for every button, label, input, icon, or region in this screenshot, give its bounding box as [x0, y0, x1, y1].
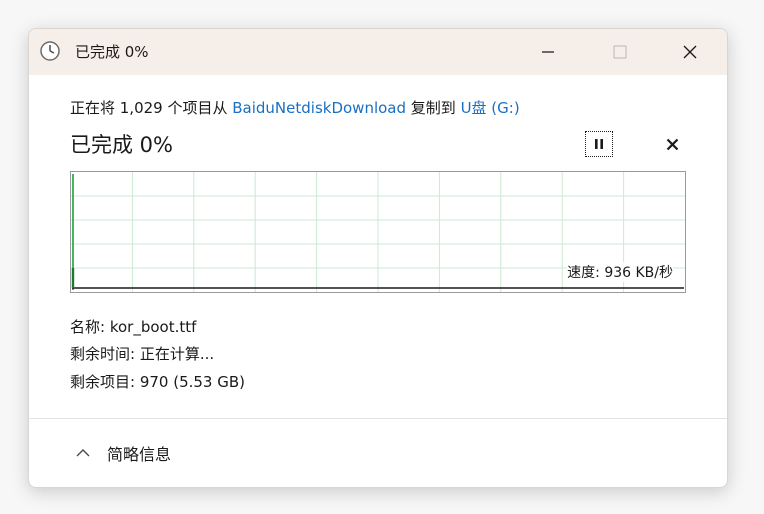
- items-remaining: 剩余项目: 970 (5.53 GB): [70, 373, 246, 391]
- fewer-details-toggle[interactable]: 简略信息: [75, 439, 171, 467]
- fewer-details-label: 简略信息: [107, 445, 172, 464]
- cancel-button[interactable]: [659, 131, 685, 157]
- clock-icon: [39, 40, 61, 62]
- copy-prefix: 正在将 1,029 个项目从: [70, 99, 233, 117]
- minimize-button[interactable]: [525, 29, 571, 75]
- maximize-button: [597, 29, 643, 75]
- minimize-icon: [542, 51, 554, 53]
- close-icon: [683, 45, 697, 59]
- destination-drive-link[interactable]: U盘 (G:): [461, 99, 520, 117]
- copy-description: 正在将 1,029 个项目从 BaiduNetdiskDownload 复制到 …: [70, 97, 520, 118]
- chevron-up-icon: [76, 449, 90, 457]
- copy-progress-dialog: 已完成 0% 正在将 1,029 个项目从 BaiduNetdiskDownlo…: [28, 28, 728, 488]
- cancel-icon: [666, 138, 678, 150]
- footer-divider: [29, 418, 727, 419]
- copy-middle: 复制到: [406, 99, 461, 117]
- title-bar[interactable]: 已完成 0%: [29, 29, 727, 75]
- source-folder-link[interactable]: BaiduNetdiskDownload: [232, 99, 406, 117]
- current-file-name: 名称: kor_boot.ttf: [70, 318, 197, 336]
- speed-graph: 速度: 936 KB/秒: [70, 171, 686, 293]
- time-remaining: 剩余时间: 正在计算...: [70, 345, 215, 363]
- window-title: 已完成 0%: [75, 43, 149, 61]
- maximize-icon: [613, 45, 627, 59]
- progress-status: 已完成 0%: [70, 133, 173, 157]
- close-button[interactable]: [667, 29, 713, 75]
- pause-icon: [595, 139, 603, 149]
- pause-button[interactable]: [585, 131, 613, 157]
- speed-label: 速度: 936 KB/秒: [567, 262, 673, 282]
